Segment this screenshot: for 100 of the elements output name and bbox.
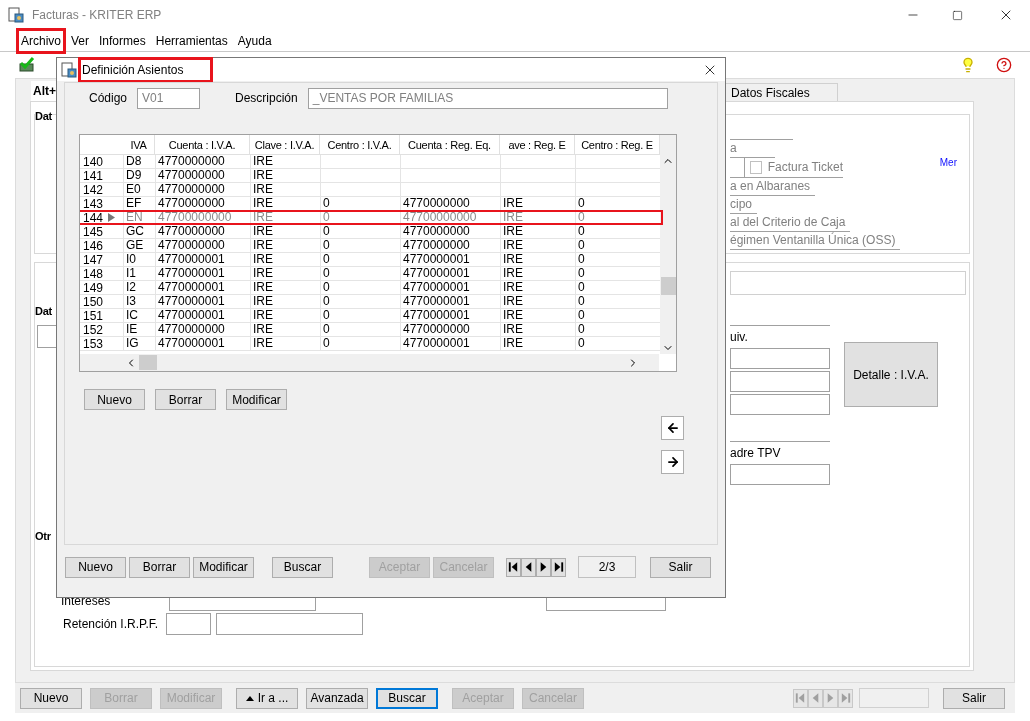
table-cell: 0	[578, 223, 585, 238]
toolbar-button[interactable]: Ir a ...	[236, 687, 298, 709]
table-cell: E0	[126, 181, 141, 196]
table-cell: 47700000000	[403, 209, 477, 224]
table-cell: 4770000001	[403, 335, 470, 350]
table-cell: IRE	[253, 307, 273, 322]
arrow-right-icon	[665, 455, 680, 469]
scroll-thumb[interactable]	[139, 355, 157, 370]
grid-row[interactable]: 144 EN 47700000000 IRE 0 47700000000 IRE 0	[80, 211, 660, 225]
toolbar-button[interactable]: Avanzada	[306, 687, 368, 709]
table-cell: IRE	[503, 335, 523, 350]
menu-item[interactable]: Informes	[98, 31, 147, 50]
footer-button[interactable]: Nuevo	[65, 556, 126, 578]
input-field[interactable]	[730, 348, 830, 369]
prev-record-button[interactable]	[521, 557, 536, 577]
footer-button[interactable]: Borrar	[129, 556, 190, 578]
input-field[interactable]	[730, 271, 966, 295]
last-record-button[interactable]	[551, 557, 566, 577]
table-cell: I2	[126, 279, 136, 294]
scroll-thumb[interactable]	[660, 277, 676, 295]
table-cell: 0	[323, 223, 330, 238]
footer-button[interactable]: Modificar	[193, 556, 254, 578]
help-icon[interactable]	[996, 57, 1012, 73]
checked-books-icon[interactable]	[18, 57, 36, 73]
input-field[interactable]	[166, 613, 211, 635]
grid-row[interactable]: 146 GE 4770000000 IRE 0 4770000000 IRE 0	[80, 239, 660, 253]
table-cell: 0	[578, 307, 585, 322]
toolbar-button[interactable]: Nuevo	[20, 687, 82, 709]
exit-button[interactable]: Salir	[943, 687, 1005, 709]
column-header[interactable]: Cuenta : I.V.A.	[155, 135, 250, 155]
grid-row[interactable]: 148 I1 4770000001 IRE 0 4770000001 IRE 0	[80, 267, 660, 281]
last-triangle-icon	[552, 560, 565, 574]
row-number: 143	[82, 197, 105, 210]
lightbulb-icon[interactable]	[960, 57, 976, 73]
arrow-left-button[interactable]	[661, 416, 684, 440]
grid-button[interactable]: Borrar	[155, 389, 216, 410]
group-label: Dat	[35, 304, 52, 319]
vertical-scrollbar[interactable]	[660, 135, 676, 354]
toolbar-button[interactable]: Buscar	[376, 687, 438, 709]
arrow-right-button[interactable]	[661, 450, 684, 474]
input-field[interactable]: _VENTAS POR FAMILIAS	[307, 87, 668, 109]
input-field[interactable]: V01	[137, 87, 201, 109]
grid-button[interactable]: Modificar	[226, 389, 287, 410]
input-field[interactable]	[730, 464, 830, 485]
table-cell: EF	[126, 195, 142, 210]
tab[interactable]: Alt+	[31, 81, 58, 101]
field-label: Retención I.R.P.F.	[63, 616, 160, 633]
grid-row[interactable]: 140 D8 4770000000 IRE	[80, 155, 660, 169]
group-label: Otr	[35, 529, 51, 544]
horizontal-scrollbar[interactable]	[80, 354, 659, 371]
grid-row[interactable]: 142 E0 4770000000 IRE	[80, 183, 660, 197]
grid-row[interactable]: 141 D9 4770000000 IRE	[80, 169, 660, 183]
table-cell: IE	[126, 321, 138, 336]
checkbox-label: Factura Ticket	[767, 159, 843, 176]
column-header[interactable]: ave : Reg. E	[500, 135, 575, 155]
maximize-icon[interactable]	[952, 9, 963, 21]
grid-row[interactable]: 151 IC 4770000001 IRE 0 4770000001 IRE 0	[80, 309, 660, 323]
input-field[interactable]	[216, 613, 363, 635]
input-field[interactable]	[730, 394, 830, 415]
table-cell: GE	[126, 237, 144, 252]
first-record-button[interactable]	[506, 557, 521, 577]
menu-item[interactable]: Herramientas	[154, 31, 229, 50]
row-number: 149	[82, 281, 105, 294]
table-cell: 4770000001	[158, 335, 225, 350]
input-field[interactable]	[730, 371, 830, 392]
column-header[interactable]: Clave : I.V.A.	[250, 135, 320, 155]
field-label: uiv.	[730, 325, 830, 346]
table-cell: IRE	[503, 209, 523, 224]
table-cell: 4770000001	[403, 251, 470, 266]
row-number: 152	[82, 323, 105, 336]
record-counter: 2/3	[578, 556, 636, 578]
table-cell: 0	[578, 293, 585, 308]
menu-item[interactable]: Ver	[70, 31, 91, 50]
grid-row[interactable]: 149 I2 4770000001 IRE 0 4770000001 IRE 0	[80, 281, 660, 295]
grid-row[interactable]: 145 GC 4770000000 IRE 0 4770000000 IRE 0	[80, 225, 660, 239]
exit-button[interactable]: Salir	[650, 556, 711, 578]
grid-row[interactable]: 147 I0 4770000001 IRE 0 4770000001 IRE 0	[80, 253, 660, 267]
checkbox[interactable]	[750, 161, 762, 174]
link[interactable]: Mer	[939, 155, 957, 170]
table-cell: 0	[578, 321, 585, 336]
row-number: 151	[82, 309, 105, 322]
table-cell: 4770000000	[403, 321, 470, 336]
column-header[interactable]: Cuenta : Reg. Eq.	[400, 135, 500, 155]
menu-item[interactable]: Ayuda	[236, 31, 273, 50]
row-number: 148	[82, 267, 105, 280]
table-cell: IRE	[503, 265, 523, 280]
table-cell: IRE	[503, 293, 523, 308]
column-header[interactable]: Centro : I.V.A.	[320, 135, 400, 155]
table-cell: 0	[578, 335, 585, 350]
table-cell: 4770000000	[158, 181, 225, 196]
field-label: Descripción	[235, 90, 298, 107]
grid-button[interactable]: Nuevo	[84, 389, 145, 410]
detail-button[interactable]: Detalle : I.V.A.	[844, 342, 938, 407]
grid-row[interactable]: 152 IE 4770000000 IRE 0 4770000000 IRE 0	[80, 323, 660, 337]
column-header[interactable]: IVA	[123, 135, 155, 155]
footer-button[interactable]: Buscar	[272, 556, 333, 578]
last-triangle-icon	[839, 691, 852, 705]
grid-row[interactable]: 150 I3 4770000001 IRE 0 4770000001 IRE 0	[80, 295, 660, 309]
grid-row[interactable]: 153 IG 4770000001 IRE 0 4770000001 IRE 0	[80, 337, 660, 351]
next-record-button[interactable]	[536, 557, 551, 577]
